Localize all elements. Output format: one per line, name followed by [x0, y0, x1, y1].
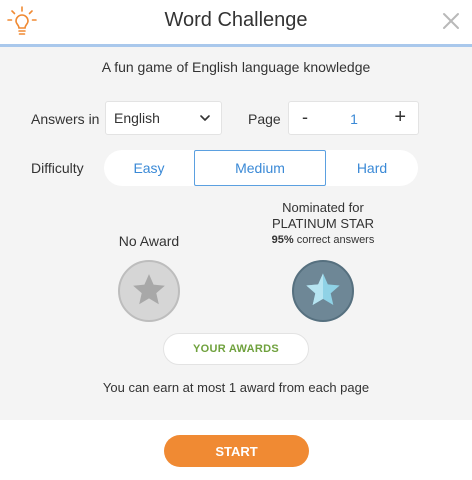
- your-awards-button[interactable]: YOUR AWARDS: [163, 333, 309, 365]
- page-increment-button[interactable]: +: [394, 106, 406, 129]
- difficulty-selector: Easy Medium Hard: [104, 150, 418, 186]
- close-icon[interactable]: [440, 10, 462, 32]
- header-bar: Word Challenge: [0, 0, 472, 47]
- nominated-percent-suffix: correct answers: [293, 234, 375, 246]
- page-value: 1: [350, 111, 358, 127]
- star-icon: [133, 274, 165, 305]
- nominated-percent: 95%: [271, 234, 294, 246]
- start-button[interactable]: START: [164, 435, 309, 467]
- nominated-line1: Nominated for: [282, 200, 364, 215]
- nominated-percent-line: 95% correct answers: [248, 232, 398, 248]
- chevron-down-icon: [200, 115, 210, 121]
- answers-label: Answers in: [31, 111, 100, 127]
- language-select-value: English: [114, 110, 160, 126]
- page-stepper: - 1 +: [288, 101, 419, 135]
- difficulty-label: Difficulty: [31, 160, 84, 176]
- page-label: Page: [248, 111, 281, 127]
- difficulty-medium-button[interactable]: Medium: [194, 150, 326, 186]
- difficulty-easy-button[interactable]: Easy: [104, 150, 194, 186]
- star-icon: [306, 273, 340, 305]
- language-select[interactable]: English: [105, 101, 222, 135]
- difficulty-hard-button[interactable]: Hard: [326, 150, 418, 186]
- page-decrement-button[interactable]: -: [302, 107, 308, 128]
- no-award-medal: [118, 260, 180, 322]
- subtitle: A fun game of English language knowledge: [101, 59, 371, 75]
- award-note: You can earn at most 1 award from each p…: [102, 380, 370, 395]
- nominated-award-text: Nominated for PLATINUM STAR 95% correct …: [248, 200, 398, 248]
- platinum-star-medal: [292, 260, 354, 322]
- page-title: Word Challenge: [164, 9, 308, 31]
- nominated-award-name: PLATINUM STAR: [271, 216, 375, 231]
- current-award-label: No Award: [118, 233, 180, 249]
